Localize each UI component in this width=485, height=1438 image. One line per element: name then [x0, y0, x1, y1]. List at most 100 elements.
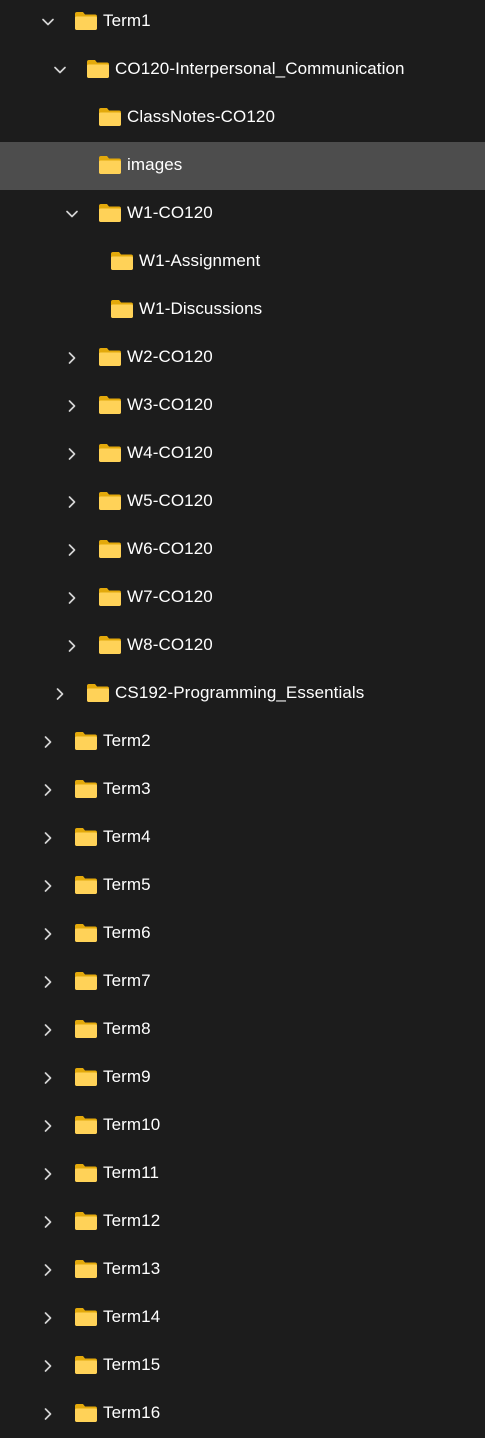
folder-icon: [74, 923, 98, 943]
folder-icon: [74, 1019, 98, 1039]
folder-icon: [98, 347, 122, 367]
tree-item[interactable]: W7-CO120: [0, 574, 485, 622]
folder-icon: [74, 1307, 98, 1327]
folder-icon: [74, 827, 98, 847]
chevron-down-icon[interactable]: [40, 14, 56, 30]
chevron-right-icon[interactable]: [40, 1118, 56, 1134]
tree-item[interactable]: Term14: [0, 1294, 485, 1342]
tree-item-label: Term6: [103, 923, 151, 942]
folder-icon: [110, 251, 134, 271]
folder-icon: [74, 11, 98, 31]
chevron-right-icon[interactable]: [40, 1262, 56, 1278]
chevron-right-icon[interactable]: [64, 398, 80, 414]
tree-item-label: Term9: [103, 1067, 151, 1086]
chevron-right-icon[interactable]: [64, 446, 80, 462]
tree-item[interactable]: CO120-Interpersonal_Communication: [0, 46, 485, 94]
folder-icon: [98, 635, 122, 655]
tree-item[interactable]: W1-Assignment: [0, 238, 485, 286]
tree-item-label: W4-CO120: [127, 443, 213, 462]
tree-item[interactable]: W6-CO120: [0, 526, 485, 574]
tree-item[interactable]: images: [0, 142, 485, 190]
folder-icon: [74, 779, 98, 799]
chevron-right-icon[interactable]: [64, 494, 80, 510]
tree-item[interactable]: Term10: [0, 1102, 485, 1150]
tree-item[interactable]: Term12: [0, 1198, 485, 1246]
chevron-right-icon[interactable]: [40, 926, 56, 942]
tree-item[interactable]: Term2: [0, 718, 485, 766]
folder-icon: [98, 395, 122, 415]
tree-item-label: W6-CO120: [127, 539, 213, 558]
chevron-right-icon[interactable]: [64, 350, 80, 366]
tree-item[interactable]: Term13: [0, 1246, 485, 1294]
tree-item-label: Term10: [103, 1115, 161, 1134]
chevron-right-icon[interactable]: [40, 1310, 56, 1326]
tree-item-label: W3-CO120: [127, 395, 213, 414]
tree-item[interactable]: W5-CO120: [0, 478, 485, 526]
folder-icon: [98, 107, 122, 127]
folder-icon: [98, 443, 122, 463]
folder-icon: [74, 875, 98, 895]
chevron-right-icon[interactable]: [40, 1022, 56, 1038]
chevron-down-icon[interactable]: [64, 206, 80, 222]
folder-icon: [98, 491, 122, 511]
tree-item-label: W1-Discussions: [139, 299, 263, 318]
tree-item[interactable]: W2-CO120: [0, 334, 485, 382]
tree-item[interactable]: Term6: [0, 910, 485, 958]
tree-item-label: ClassNotes-CO120: [127, 107, 276, 126]
tree-item[interactable]: Term15: [0, 1342, 485, 1390]
tree-item-label: Term2: [103, 731, 151, 750]
tree-item-label: W5-CO120: [127, 491, 213, 510]
tree-item[interactable]: W1-Discussions: [0, 286, 485, 334]
chevron-right-icon[interactable]: [40, 830, 56, 846]
tree-item-label: Term12: [103, 1211, 161, 1230]
chevron-down-icon[interactable]: [52, 62, 68, 78]
tree-item[interactable]: Term11: [0, 1150, 485, 1198]
tree-item-label: Term15: [103, 1355, 161, 1374]
folder-icon: [74, 731, 98, 751]
tree-item-label: W2-CO120: [127, 347, 213, 366]
chevron-right-icon[interactable]: [40, 974, 56, 990]
tree-item-label: Term16: [103, 1403, 161, 1422]
chevron-right-icon[interactable]: [40, 1166, 56, 1182]
tree-item[interactable]: W1-CO120: [0, 190, 485, 238]
tree-item[interactable]: Term4: [0, 814, 485, 862]
tree-item-label: Term4: [103, 827, 151, 846]
folder-icon: [74, 1355, 98, 1375]
tree-item[interactable]: W3-CO120: [0, 382, 485, 430]
folder-icon: [86, 59, 110, 79]
tree-item[interactable]: Term7: [0, 958, 485, 1006]
tree-item[interactable]: CS192-Programming_Essentials: [0, 670, 485, 718]
tree-item[interactable]: W8-CO120: [0, 622, 485, 670]
chevron-right-icon[interactable]: [52, 686, 68, 702]
tree-item[interactable]: Term16: [0, 1390, 485, 1438]
tree-item-label: W8-CO120: [127, 635, 213, 654]
folder-icon: [98, 539, 122, 559]
tree-item[interactable]: Term9: [0, 1054, 485, 1102]
tree-item[interactable]: ClassNotes-CO120: [0, 94, 485, 142]
tree-item-label: Term3: [103, 779, 151, 798]
tree-item-label: Term14: [103, 1307, 161, 1326]
chevron-right-icon[interactable]: [40, 734, 56, 750]
chevron-right-icon[interactable]: [40, 1070, 56, 1086]
folder-icon: [74, 1259, 98, 1279]
chevron-right-icon[interactable]: [64, 542, 80, 558]
chevron-right-icon[interactable]: [40, 878, 56, 894]
tree-item[interactable]: W4-CO120: [0, 430, 485, 478]
chevron-right-icon[interactable]: [64, 638, 80, 654]
chevron-right-icon[interactable]: [40, 1214, 56, 1230]
tree-item[interactable]: Term3: [0, 766, 485, 814]
tree-item-label: CO120-Interpersonal_Communication: [115, 59, 405, 78]
tree-item[interactable]: Term5: [0, 862, 485, 910]
tree-item-label: W7-CO120: [127, 587, 213, 606]
folder-icon: [74, 1211, 98, 1231]
chevron-right-icon[interactable]: [64, 590, 80, 606]
tree-item-label: images: [127, 155, 183, 174]
tree-item[interactable]: Term8: [0, 1006, 485, 1054]
tree-item[interactable]: Term1: [0, 0, 485, 46]
chevron-right-icon[interactable]: [40, 1406, 56, 1422]
chevron-right-icon[interactable]: [40, 782, 56, 798]
chevron-right-icon[interactable]: [40, 1358, 56, 1374]
folder-icon: [98, 587, 122, 607]
folder-icon: [74, 1403, 98, 1423]
tree-item-label: Term7: [103, 971, 151, 990]
